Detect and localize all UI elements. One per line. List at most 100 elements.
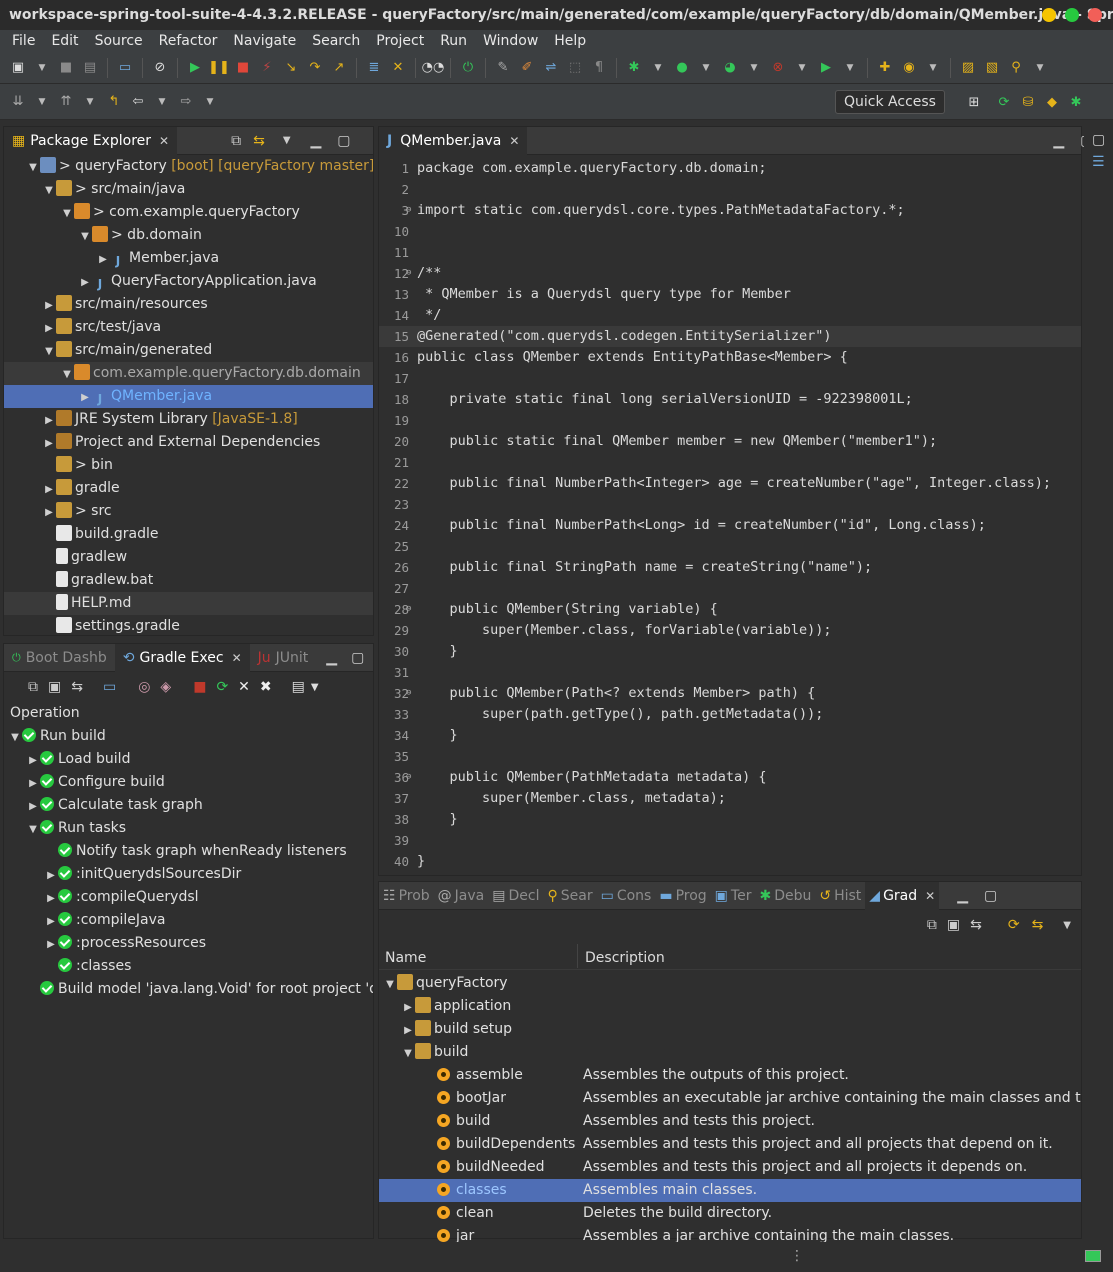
operation-item[interactable]: ▶:processResources [4, 932, 373, 955]
column-name[interactable]: Name [385, 950, 426, 966]
tab-package-explorer[interactable]: ▦ Package Explorer ✕ [4, 126, 178, 155]
back-dropdown-icon[interactable]: ▼ [152, 92, 172, 112]
operation-item[interactable]: ▶ Calculate task graph [4, 794, 373, 817]
code-line[interactable]: 29 super(Member.class, forVariable(varia… [379, 620, 1081, 641]
remove-all-icon[interactable]: ✖ [260, 679, 272, 695]
drop-frame-icon[interactable]: ≣ [364, 58, 384, 78]
forward-icon[interactable]: ⇨ [176, 92, 196, 112]
menu-window[interactable]: Window [475, 33, 546, 49]
sync-icon[interactable]: ⇆ [1032, 917, 1044, 933]
close-tab-icon[interactable]: ✕ [925, 889, 935, 903]
tree-item-project[interactable]: ▼ > queryFactory [boot] [queryFactory mas… [4, 155, 373, 178]
save-icon[interactable]: ■ [56, 58, 76, 78]
tree-item-bin[interactable]: > bin [4, 454, 373, 477]
maximize-view-icon[interactable]: ▢ [984, 888, 997, 904]
expanded-arrow-icon[interactable]: ▼ [60, 202, 74, 224]
tab-javadoc[interactable]: @ Java [434, 882, 489, 910]
operation-item[interactable]: ▶ Load build [4, 748, 373, 771]
rerun-icon[interactable]: ⟳ [216, 679, 228, 695]
minimize-view-icon[interactable]: ▁ [957, 888, 968, 904]
code-line[interactable]: 13 * QMember is a Querydsl query type fo… [379, 284, 1081, 305]
history-icon[interactable]: ▤ [292, 679, 305, 695]
expand-all-icon[interactable]: ▣ [48, 679, 61, 695]
expanded-arrow-icon[interactable]: ▼ [26, 156, 40, 178]
save-all-icon[interactable]: ▤ [80, 58, 100, 78]
restore-icon[interactable]: ▢ [1092, 132, 1113, 148]
column-description[interactable]: Description [585, 950, 665, 966]
collapsed-arrow-icon[interactable]: ▶ [42, 432, 56, 454]
external-tools-dropdown-icon[interactable]: ▼ [840, 58, 860, 78]
skip-breakpoints-icon[interactable]: ⊘ [150, 58, 170, 78]
task-row[interactable]: buildNeeded Assembles and tests this proj… [379, 1156, 1081, 1179]
cancel-icon[interactable]: ■ [193, 679, 206, 695]
close-tab-icon[interactable]: ✕ [509, 134, 519, 148]
tree-item-application-java[interactable]: ▶ J QueryFactoryApplication.java [4, 270, 373, 293]
tree-item-src-main-generated[interactable]: ▼ src/main/generated [4, 339, 373, 362]
operation-item[interactable]: Notify task graph whenReady listeners [4, 840, 373, 863]
code-line[interactable]: 37 super(Member.class, metadata); [379, 788, 1081, 809]
expanded-arrow-icon[interactable]: ▼ [78, 225, 92, 247]
operation-item[interactable]: ▶:compileJava [4, 909, 373, 932]
expanded-arrow-icon[interactable]: ▼ [42, 340, 56, 362]
task-row[interactable]: build Assembles and tests this project. [379, 1110, 1081, 1133]
tab-gradle-exec[interactable]: ⟲ Gradle Exec ✕ [114, 643, 250, 672]
search-dropdown-icon[interactable]: ▼ [1030, 58, 1050, 78]
git-perspective-icon[interactable]: ◆ [1042, 92, 1062, 112]
code-line[interactable]: 35 [379, 746, 1081, 767]
operation-item[interactable]: ▶:compileQuerydsl [4, 886, 373, 909]
code-line[interactable]: 15 @Generated("com.querydsl.codegen.Entit… [379, 326, 1081, 347]
tree-item-group[interactable]: ▼ build [379, 1041, 1081, 1064]
tree-item-gradle[interactable]: ▶ gradle [4, 477, 373, 500]
code-line[interactable]: 16 public class QMember extends EntityPat… [379, 347, 1081, 368]
view-menu-icon[interactable]: ▼ [283, 135, 291, 146]
tree-item-generated-package[interactable]: ▼ com.example.queryFactory.db.domain [4, 362, 373, 385]
coverage-dropdown-icon[interactable]: ▼ [744, 58, 764, 78]
terminate-icon[interactable]: ■ [233, 58, 253, 78]
code-line[interactable]: 36 ⊖ public QMember(PathMetadata metadata… [379, 767, 1081, 788]
tab-problems[interactable]: ☷ Prob [379, 882, 434, 910]
collapsed-arrow-icon[interactable]: ▶ [78, 271, 92, 293]
run-dropdown-icon[interactable]: ▼ [696, 58, 716, 78]
new-class-icon[interactable]: ◉ [899, 58, 919, 78]
code-line[interactable]: 2 [379, 179, 1081, 200]
minimize-view-icon[interactable]: ▁ [326, 650, 337, 666]
tree-item-package[interactable]: ▼ > com.example.queryFactory [4, 201, 373, 224]
menu-source[interactable]: Source [87, 33, 151, 49]
collapsed-arrow-icon[interactable]: ▶ [42, 409, 56, 431]
menu-navigate[interactable]: Navigate [225, 33, 304, 49]
highlight-icon[interactable]: ✐ [517, 58, 537, 78]
use-step-filters-icon[interactable]: ✕ [388, 58, 408, 78]
tree-item-group[interactable]: ▶ application [379, 995, 1081, 1018]
tab-junit[interactable]: Ju JUnit [250, 644, 317, 672]
tab-terminal[interactable]: ▣ Ter [711, 882, 756, 910]
operation-item[interactable]: ▼ Run tasks [4, 817, 373, 840]
task-row[interactable]: clean Deletes the build directory. [379, 1202, 1081, 1225]
open-console-icon[interactable]: ▭ [115, 58, 135, 78]
expanded-arrow-icon[interactable]: ▼ [42, 179, 56, 201]
run-icon[interactable]: ● [672, 58, 692, 78]
task-row[interactable]: bootJar Assembles an executable jar archi… [379, 1087, 1081, 1110]
tab-qmember-java[interactable]: J QMember.java ✕ [379, 126, 528, 155]
collapse-all-icon[interactable]: ⧉ [231, 133, 241, 149]
stop-dropdown-icon[interactable]: ▼ [792, 58, 812, 78]
menu-file[interactable]: File [4, 33, 43, 49]
view-menu-icon[interactable]: ▼ [1063, 920, 1071, 931]
link-icon[interactable]: ⇆ [970, 917, 982, 933]
tree-item-dependencies[interactable]: ▶ Project and External Dependencies [4, 431, 373, 454]
code-line[interactable]: 39 [379, 830, 1081, 851]
minimize-button[interactable] [1042, 8, 1056, 22]
tab-debug[interactable]: ✱ Debu [755, 882, 815, 910]
link-with-editor-icon[interactable]: ⇆ [253, 133, 265, 149]
operation-item[interactable]: :classes [4, 955, 373, 978]
code-line[interactable]: 32 ⊖ public QMember(Path<? extends Member… [379, 683, 1081, 704]
menu-search[interactable]: Search [304, 33, 368, 49]
external-tools-icon[interactable]: ▶ [816, 58, 836, 78]
tree-item-jre[interactable]: ▶ JRE System Library [JavaSE-1.8] [4, 408, 373, 431]
operation-item[interactable]: ▼ Run build [4, 725, 373, 748]
operation-item[interactable]: ▶:initQuerydslSourcesDir [4, 863, 373, 886]
tree-item-src-test-java[interactable]: ▶ src/test/java [4, 316, 373, 339]
stop-icon[interactable]: ⊗ [768, 58, 788, 78]
code-line[interactable]: 24 public final NumberPath<Long> id = cr… [379, 515, 1081, 536]
step-return-icon[interactable]: ↗ [329, 58, 349, 78]
suspend-icon[interactable]: ❚❚ [208, 58, 230, 78]
